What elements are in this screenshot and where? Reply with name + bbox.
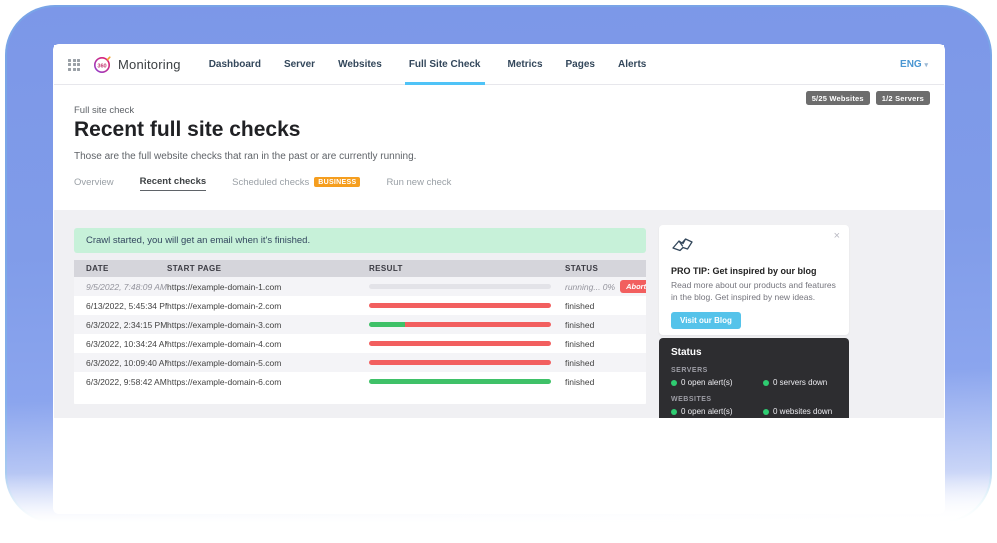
abort-button[interactable]: Abort xyxy=(620,280,646,293)
window-backdrop: 360 Monitoring Dashboard Server Websites… xyxy=(53,44,945,514)
tab-recent-checks[interactable]: Recent checks xyxy=(140,176,207,191)
servers-usage-badge: 1/2 Servers xyxy=(876,91,930,105)
nav-item-alerts[interactable]: Alerts xyxy=(618,45,646,85)
table-row[interactable]: 6/3/2022, 10:09:40 AM https://example-do… xyxy=(74,353,646,372)
content-area: Crawl started, you will get an email whe… xyxy=(54,210,944,418)
check-status: finished xyxy=(565,301,594,311)
result-progress-bar xyxy=(369,284,551,289)
check-start-page: https://example-domain-1.com xyxy=(167,282,369,292)
close-icon[interactable]: × xyxy=(834,231,840,242)
nav-item-websites[interactable]: Websites xyxy=(338,45,382,85)
marketing-screenshot: 360 Monitoring Dashboard Server Websites… xyxy=(0,0,997,543)
page-tabs: Overview Recent checks Scheduled checks … xyxy=(74,176,451,191)
table-row[interactable]: 9/5/2022, 7:48:09 AM https://example-dom… xyxy=(74,277,646,296)
breadcrumb: Full site check xyxy=(74,105,134,116)
tab-run-new-check[interactable]: Run new check xyxy=(386,177,451,191)
nav-item-pages[interactable]: Pages xyxy=(566,45,595,85)
checks-table: DATE START PAGE RESULT STATUS 9/5/2022, … xyxy=(74,260,646,404)
check-date: 6/3/2022, 10:09:40 AM xyxy=(74,358,167,368)
table-row[interactable]: 6/3/2022, 9:58:42 AM https://example-dom… xyxy=(74,372,646,391)
crawl-started-notification: Crawl started, you will get an email whe… xyxy=(74,228,646,253)
table-header-row: DATE START PAGE RESULT STATUS xyxy=(74,260,646,277)
green-status-dot-icon xyxy=(763,380,769,386)
table-row[interactable]: 6/3/2022, 2:34:15 PM https://example-dom… xyxy=(74,315,646,334)
green-status-dot-icon xyxy=(671,380,677,386)
nav-item-full-site-check[interactable]: Full Site Check xyxy=(405,45,485,85)
language-selector[interactable]: ENG ▾ xyxy=(900,59,928,70)
websites-open-alerts: 0 open alert(s) xyxy=(671,407,763,416)
check-date: 6/3/2022, 2:34:15 PM xyxy=(74,320,167,330)
app-header: 360 Monitoring Dashboard Server Websites… xyxy=(54,45,944,85)
nav-item-metrics[interactable]: Metrics xyxy=(508,45,543,85)
green-status-dot-icon xyxy=(763,409,769,415)
result-progress-bar xyxy=(369,360,551,365)
column-header-date: DATE xyxy=(74,264,167,273)
result-progress-bar xyxy=(369,303,551,308)
pro-tip-body: Read more about our products and feature… xyxy=(671,280,837,304)
page-description: Those are the full website checks that r… xyxy=(74,151,416,162)
app-launcher-grid-icon[interactable] xyxy=(68,59,80,71)
nav-item-server[interactable]: Server xyxy=(284,45,315,85)
green-status-dot-icon xyxy=(671,409,677,415)
websites-usage-badge: 5/25 Websites xyxy=(806,91,870,105)
servers-label: SERVERS xyxy=(671,367,837,374)
logo-360-icon: 360 xyxy=(93,55,112,74)
servers-status-section: SERVERS 0 open alert(s) 0 servers down xyxy=(671,367,837,387)
check-date: 6/3/2022, 9:58:42 AM xyxy=(74,377,167,387)
servers-open-alerts: 0 open alert(s) xyxy=(671,378,763,387)
check-start-page: https://example-domain-5.com xyxy=(167,358,369,368)
handshake-icon xyxy=(671,235,695,255)
tab-scheduled-checks-label: Scheduled checks xyxy=(232,177,309,188)
check-start-page: https://example-domain-4.com xyxy=(167,339,369,349)
result-progress-bar xyxy=(369,379,551,384)
chevron-down-icon: ▾ xyxy=(924,62,928,69)
brand-logo[interactable]: 360 Monitoring xyxy=(93,55,181,74)
websites-label: WEBSITES xyxy=(671,396,837,403)
check-start-page: https://example-domain-6.com xyxy=(167,377,369,387)
websites-status-section: WEBSITES 0 open alert(s) 0 websites down xyxy=(671,396,837,416)
main-nav: Dashboard Server Websites Full Site Chec… xyxy=(209,45,647,85)
check-date: 6/3/2022, 10:34:24 AM xyxy=(74,339,167,349)
tab-scheduled-checks[interactable]: Scheduled checks BUSINESS xyxy=(232,177,360,191)
table-row[interactable]: 6/3/2022, 10:34:24 AM https://example-do… xyxy=(74,334,646,353)
usage-badges: 5/25 Websites 1/2 Servers xyxy=(806,91,930,105)
check-date: 6/13/2022, 5:45:34 PM xyxy=(74,301,167,311)
check-start-page: https://example-domain-2.com xyxy=(167,301,369,311)
nav-item-dashboard[interactable]: Dashboard xyxy=(209,45,261,85)
check-status: finished xyxy=(565,377,594,387)
check-date: 9/5/2022, 7:48:09 AM xyxy=(74,282,167,292)
result-progress-bar xyxy=(369,322,551,327)
status-card-title: Status xyxy=(671,347,837,358)
app-window: 360 Monitoring Dashboard Server Websites… xyxy=(54,45,944,418)
column-header-result: RESULT xyxy=(369,264,565,273)
result-progress-bar xyxy=(369,341,551,346)
column-header-start-page: START PAGE xyxy=(167,264,369,273)
page-title: Recent full site checks xyxy=(74,118,300,142)
check-start-page: https://example-domain-3.com xyxy=(167,320,369,330)
check-status: finished xyxy=(565,339,594,349)
status-card: Status SERVERS 0 open alert(s) 0 servers… xyxy=(659,338,849,418)
pro-tip-title: PRO TIP: Get inspired by our blog xyxy=(671,266,837,276)
column-header-status: STATUS xyxy=(565,264,646,273)
svg-text:360: 360 xyxy=(97,63,106,69)
table-row[interactable]: 6/13/2022, 5:45:34 PM https://example-do… xyxy=(74,296,646,315)
check-status: running... 0% xyxy=(565,282,615,292)
websites-down: 0 websites down xyxy=(763,407,832,416)
brand-name: Monitoring xyxy=(118,57,181,72)
servers-down: 0 servers down xyxy=(763,378,827,387)
check-status: finished xyxy=(565,358,594,368)
check-status: finished xyxy=(565,320,594,330)
tab-overview[interactable]: Overview xyxy=(74,177,114,191)
business-badge: BUSINESS xyxy=(314,177,360,187)
visit-blog-button[interactable]: Visit our Blog xyxy=(671,312,741,329)
pro-tip-card: × PRO TIP: Get inspired by our blog Read… xyxy=(659,225,849,335)
